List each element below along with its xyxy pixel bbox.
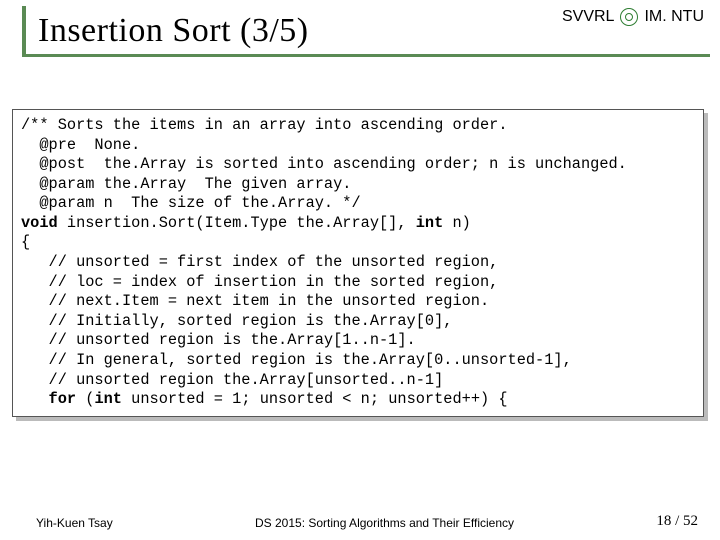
slide: SVVRL IM. NTU Insertion Sort (3/5) /** S… (0, 0, 720, 540)
footer-author: Yih-Kuen Tsay (14, 516, 113, 530)
code-line: // unsorted region is the.Array[1..n-1]. (21, 331, 416, 349)
code-line: /** Sorts the items in an array into asc… (21, 116, 508, 134)
code-line: // unsorted region the.Array[unsorted..n… (21, 371, 443, 389)
code-line (21, 390, 49, 408)
code-line: // Initially, sorted region is the.Array… (21, 312, 452, 330)
code-line: @post the.Array is sorted into ascending… (21, 155, 627, 173)
code-line: @param the.Array The given array. (21, 175, 351, 193)
org-name: IM. NTU (644, 8, 704, 26)
code-content: /** Sorts the items in an array into asc… (21, 116, 695, 410)
title-rule (22, 54, 710, 57)
code-line: unsorted = 1; unsorted < n; unsorted++) … (122, 390, 508, 408)
code-line: // unsorted = first index of the unsorte… (21, 253, 498, 271)
footer-page: 18 / 52 (656, 513, 706, 530)
keyword-void: void (21, 214, 58, 232)
lab-name: SVVRL (562, 8, 614, 26)
code-line: ( (76, 390, 94, 408)
code-line: @pre None. (21, 136, 140, 154)
code-line: // next.Item = next item in the unsorted… (21, 292, 489, 310)
keyword-for: for (49, 390, 77, 408)
header: SVVRL IM. NTU Insertion Sort (3/5) (14, 0, 710, 63)
code-line: // loc = index of insertion in the sorte… (21, 273, 498, 291)
ntu-seal-icon (620, 8, 638, 26)
code-line: { (21, 233, 30, 251)
code-line: // In general, sorted region is the.Arra… (21, 351, 572, 369)
code-line: n) (443, 214, 471, 232)
footer-course: DS 2015: Sorting Algorithms and Their Ef… (113, 516, 657, 530)
keyword-int: int (94, 390, 122, 408)
code-box: /** Sorts the items in an array into asc… (12, 109, 704, 417)
code-box-shadow: /** Sorts the items in an array into asc… (16, 113, 708, 421)
code-line: @param n The size of the.Array. */ (21, 194, 361, 212)
keyword-int: int (416, 214, 444, 232)
code-line: insertion.Sort(Item.Type the.Array[], (58, 214, 416, 232)
footer: Yih-Kuen Tsay DS 2015: Sorting Algorithm… (14, 513, 706, 530)
header-affiliation: SVVRL IM. NTU (562, 8, 704, 26)
